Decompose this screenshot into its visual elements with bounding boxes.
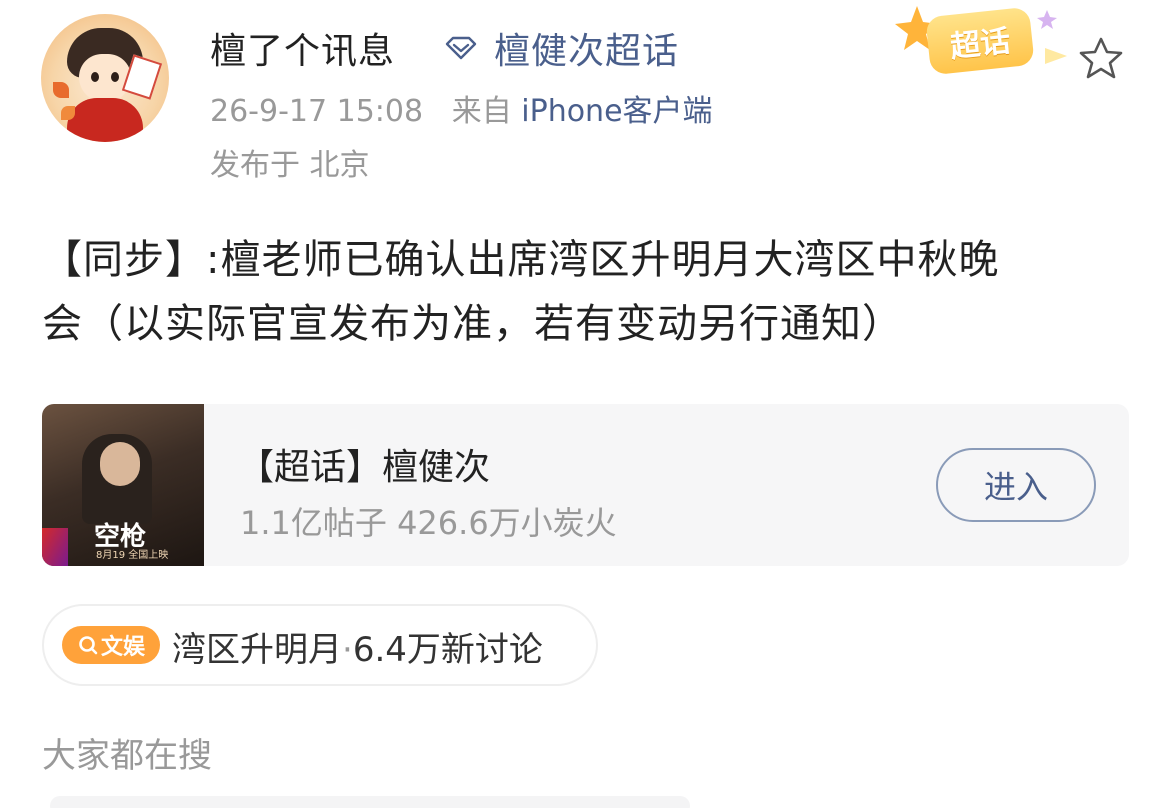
supertopic-title[interactable]: 【超话】檀健次	[238, 438, 490, 490]
cover-accent	[42, 528, 68, 566]
hot-search-text[interactable]: 湾区升明月·6.4万新讨论	[172, 622, 543, 671]
avatar[interactable]	[41, 14, 169, 142]
separator: ·	[342, 630, 353, 670]
avatar-body	[67, 98, 143, 142]
hot-tag-label: 文娱	[100, 635, 145, 660]
weibo-post: 檀了个讯息 檀健次超话 26-9-17 15:08 来自 iPhone客户端 发…	[0, 0, 1170, 808]
avatar-eye	[91, 72, 99, 82]
location: 发布于 北京	[210, 148, 370, 183]
avatar-leaf	[61, 106, 75, 120]
username[interactable]: 檀了个讯息	[210, 22, 395, 74]
search-suggestion-placeholder	[50, 796, 690, 808]
hot-discussion-count: 6.4万新讨论	[352, 630, 543, 670]
cover-face	[100, 442, 140, 486]
source-client-link[interactable]: iPhone客户端	[521, 94, 712, 129]
supertopic-link[interactable]: 檀健次超话	[494, 22, 679, 74]
star-outline-icon[interactable]	[1078, 36, 1124, 80]
diamond-icon	[445, 36, 477, 60]
source-prefix: 来自	[451, 94, 512, 129]
avatar-eye	[111, 72, 119, 82]
post-meta: 26-9-17 15:08 来自 iPhone客户端	[210, 86, 713, 130]
search-icon	[79, 636, 98, 655]
timestamp: 26-9-17 15:08	[210, 94, 424, 129]
post-content: 【同步】:檀老师已确认出席湾区升明月大湾区中秋晚 会（以实际官宣发布为准，若有变…	[42, 228, 1132, 356]
hot-topic: 湾区升明月	[172, 630, 342, 670]
avatar-face	[79, 54, 131, 102]
supertopic-stats: 1.1亿帖子 426.6万小炭火	[240, 504, 617, 542]
supertopic-cover-image: 空枪 8月19 全国上映	[42, 404, 204, 566]
supertopic-badge[interactable]: 超话	[925, 6, 1035, 76]
post-content-line: 【同步】:檀老师已确认出席湾区升明月大湾区中秋晚	[42, 237, 1000, 283]
post-content-line: 会（以实际官宣发布为准，若有变动另行通知）	[42, 301, 903, 347]
enter-button[interactable]: 进入	[936, 448, 1096, 522]
avatar-leaf	[53, 82, 69, 98]
hot-search-tag: 文娱	[62, 626, 160, 664]
cover-date: 8月19 全国上映	[96, 550, 169, 561]
section-title: 大家都在搜	[42, 736, 212, 776]
